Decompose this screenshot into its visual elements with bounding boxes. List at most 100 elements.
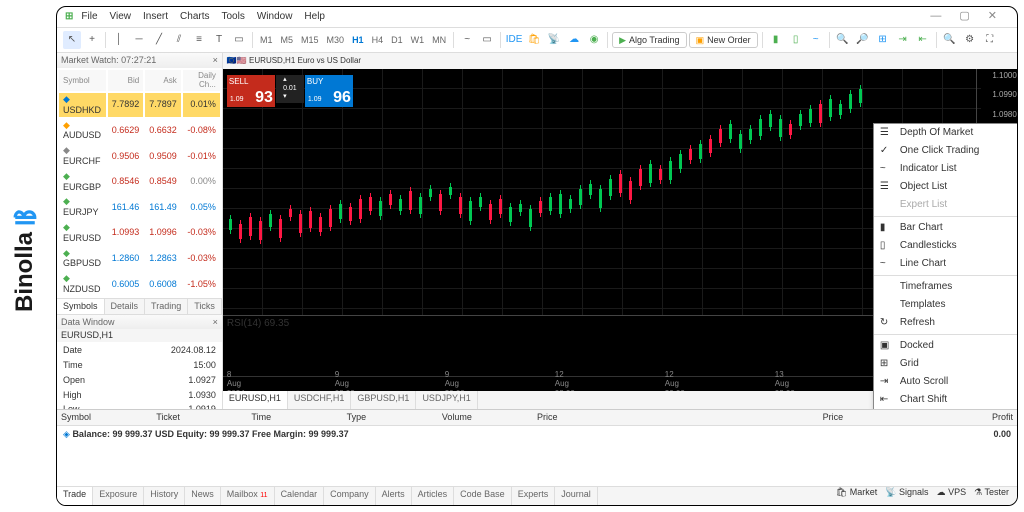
settings-icon[interactable]: ⚙ [961,31,979,49]
context-item[interactable]: ▯CandlesticksAlt+2 [874,237,1017,255]
status-market[interactable]: 🛍 Market [836,487,877,505]
fib-tool[interactable]: ≡ [190,31,208,49]
status-tester[interactable]: ⚗ Tester [974,487,1009,505]
tf-m30[interactable]: M30 [324,35,348,46]
context-item[interactable]: ☰Depth Of MarketAlt+B [874,124,1017,142]
mql-icon[interactable]: ◉ [585,31,603,49]
tab-calendar[interactable]: Calendar [275,487,325,505]
fullscreen-icon[interactable]: ⛶ [981,31,999,49]
menu-charts[interactable]: Charts [180,11,209,23]
search-icon[interactable]: 🔍 [941,31,959,49]
menu-help[interactable]: Help [304,11,325,23]
context-item[interactable]: ✓One Click TradingAlt+T [874,142,1017,160]
tf-d1[interactable]: D1 [388,35,406,46]
channel-tool[interactable]: ⫽ [170,31,188,49]
context-item[interactable]: ~Indicator ListCtrl+I [874,160,1017,178]
trendline-tool[interactable]: ╱ [150,31,168,49]
tf-m1[interactable]: M1 [257,35,276,46]
context-menu: ☰Depth Of MarketAlt+B✓One Click TradingA… [873,123,1017,409]
tf-m15[interactable]: M15 [298,35,322,46]
context-item[interactable]: ↻Refresh [874,314,1017,332]
tab-trade[interactable]: Trade [57,487,93,505]
tf-h4[interactable]: H4 [369,35,387,46]
tab-news[interactable]: News [185,487,221,505]
context-item[interactable]: ⊞GridCtrl+G [874,355,1017,373]
sell-button[interactable]: SELL1.0993 [227,75,275,107]
menu-tools[interactable]: Tools [221,11,244,23]
crosshair-tool[interactable]: + [83,31,101,49]
table-row[interactable]: ◆ AUDUSD0.66290.6632-0.08% [59,119,220,143]
bars-icon[interactable]: ▮ [767,31,785,49]
zoomout-icon[interactable]: 🔎 [854,31,872,49]
tab-details[interactable]: Details [105,299,146,314]
tab-alerts[interactable]: Alerts [376,487,412,505]
status-vps[interactable]: ☁ VPS [937,487,967,505]
context-item[interactable]: Timeframes [874,278,1017,296]
status-signals[interactable]: 📡 Signals [885,487,928,505]
tf-m5[interactable]: M5 [278,35,297,46]
tab-mailbox[interactable]: Mailbox 11 [221,487,275,505]
table-row[interactable]: ◆ EURCHF0.95060.9509-0.01% [59,144,220,168]
tab-journal[interactable]: Journal [555,487,598,505]
vline-tool[interactable]: │ [110,31,128,49]
zoomin-icon[interactable]: 🔍 [834,31,852,49]
shapes-tool[interactable]: ▭ [230,31,248,49]
table-row[interactable]: ◆ EURJPY161.46161.490.05% [59,195,220,219]
objects-icon[interactable]: ▭ [478,31,496,49]
indicator-icon[interactable]: ~ [458,31,476,49]
brand-text: Binolla [11,232,39,312]
text-tool[interactable]: T [210,31,228,49]
tab-history[interactable]: History [144,487,185,505]
tab-articles[interactable]: Articles [412,487,455,505]
menu-file[interactable]: File [81,11,97,23]
tf-h1[interactable]: H1 [349,35,367,46]
close-icon[interactable]: × [213,55,218,66]
table-row[interactable]: ◆ EURGBP0.85460.85490.00% [59,170,220,194]
line-icon[interactable]: ~ [807,31,825,49]
context-item[interactable]: ▣DockedAlt+D [874,337,1017,355]
maximize-button[interactable]: ▢ [959,10,969,23]
context-item[interactable]: Expert ListAlt+X [874,196,1017,214]
menu-window[interactable]: Window [257,11,293,23]
cursor-tool[interactable]: ↖ [63,31,81,49]
tab-company[interactable]: Company [324,487,376,505]
minimize-button[interactable]: — [930,10,941,23]
context-item[interactable]: ☰Object ListCtrl+B [874,178,1017,196]
market-icon[interactable]: 🛍 [525,31,543,49]
tab-ticks[interactable]: Ticks [188,299,222,314]
menu-view[interactable]: View [110,11,132,23]
candles-icon[interactable]: ▯ [787,31,805,49]
table-row[interactable]: ◆ NZDUSD0.60050.6008-1.05% [59,272,220,296]
buy-button[interactable]: BUY1.0996 [305,75,353,107]
context-item[interactable]: ⇥Auto Scroll [874,373,1017,391]
signals-icon[interactable]: 📡 [545,31,563,49]
hline-tool[interactable]: ─ [130,31,148,49]
market-watch-panel: Market Watch: 07:27:21× SymbolBidAskDail… [57,53,222,315]
algo-trading-button[interactable]: ▶Algo Trading [612,32,686,49]
table-row[interactable]: ◆ EURUSD1.09931.0996-0.03% [59,221,220,245]
tf-mn[interactable]: MN [429,35,449,46]
new-order-button[interactable]: ▣New Order [689,32,758,49]
autoscroll-icon[interactable]: ⇥ [894,31,912,49]
tab-trading[interactable]: Trading [145,299,188,314]
close-button[interactable]: ✕ [988,10,997,23]
context-item[interactable]: ⇤Chart Shift [874,391,1017,409]
grid-icon[interactable]: ⊞ [874,31,892,49]
shift-icon[interactable]: ⇤ [914,31,932,49]
tab-codebase[interactable]: Code Base [454,487,512,505]
ide-icon[interactable]: IDE [505,31,523,49]
menu-insert[interactable]: Insert [143,11,168,23]
lot-input[interactable]: ▴0.01▾ [276,75,304,103]
vps-icon[interactable]: ☁ [565,31,583,49]
tf-w1[interactable]: W1 [408,35,428,46]
chart-area[interactable]: 🇪🇺🇺🇸 EURUSD,H1 Euro vs US Dollar SELL1.0… [223,53,1017,409]
tab-experts[interactable]: Experts [512,487,556,505]
tab-symbols[interactable]: Symbols [57,299,105,314]
context-item[interactable]: ~Line ChartAlt+3 [874,255,1017,273]
close-icon[interactable]: × [213,317,218,328]
table-row[interactable]: ◆ USDHKD7.78927.78970.01% [59,93,220,117]
context-item[interactable]: Templates [874,296,1017,314]
tab-exposure[interactable]: Exposure [93,487,144,505]
table-row[interactable]: ◆ GBPUSD1.28601.2863-0.03% [59,247,220,271]
context-item[interactable]: ▮Bar ChartAlt+1 [874,219,1017,237]
